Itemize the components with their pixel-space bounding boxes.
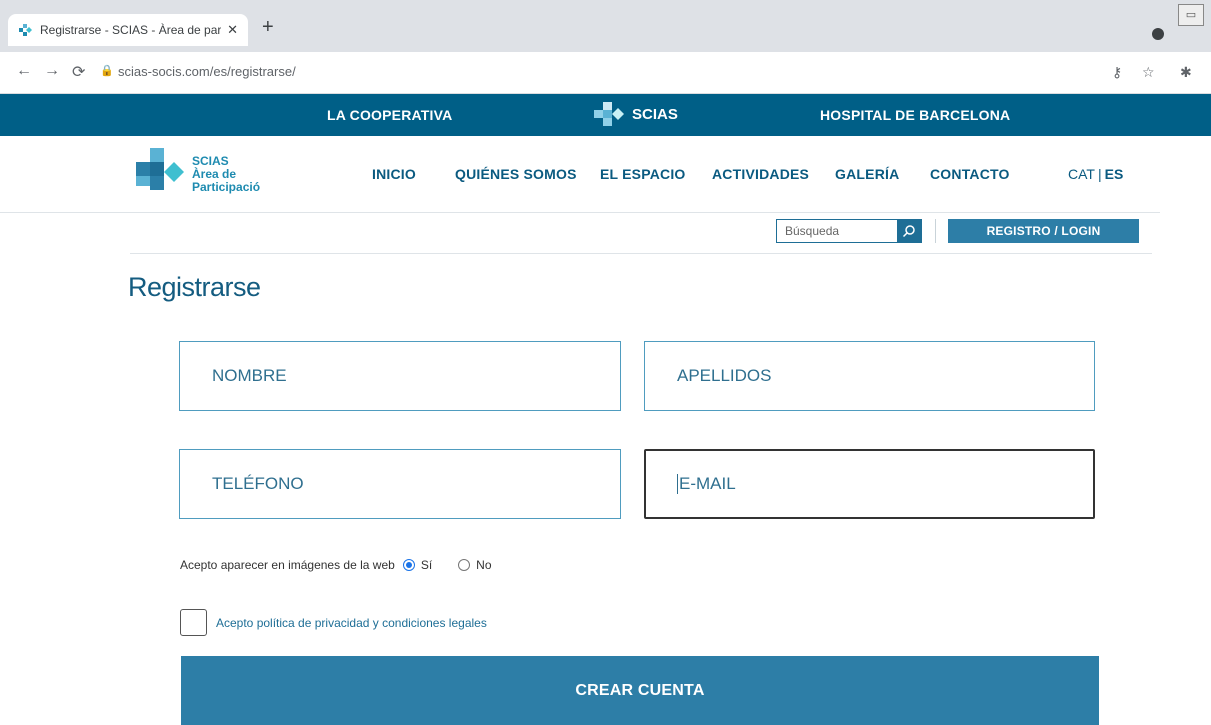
- images-consent-label: Acepto aparecer en imágenes de la web: [180, 558, 395, 572]
- search-separator: [935, 219, 936, 243]
- consent-yes-radio[interactable]: [402, 559, 415, 571]
- url-field[interactable]: scias-socis.com/es/registrarse/: [118, 64, 296, 79]
- back-arrow-icon[interactable]: ←: [16, 62, 32, 80]
- apellidos-field[interactable]: APELLIDOS: [644, 341, 1095, 411]
- bookmark-star-icon[interactable]: ☆: [1142, 64, 1155, 81]
- search-icon: [902, 225, 915, 238]
- email-placeholder: E-MAIL: [679, 474, 736, 493]
- topbar-link-cooperativa[interactable]: LA COOPERATIVA: [327, 94, 452, 136]
- consent-no-radio[interactable]: [458, 559, 471, 571]
- search-divider: [130, 253, 1152, 254]
- lock-icon[interactable]: 🔒: [100, 64, 114, 77]
- nav-item-actividades[interactable]: ACTIVIDADES: [712, 166, 809, 182]
- telefono-placeholder: TELÉFONO: [212, 474, 304, 493]
- email-field[interactable]: E-MAIL: [644, 449, 1095, 519]
- search-input[interactable]: [777, 220, 897, 242]
- scias-logo-icon: [136, 148, 184, 190]
- address-bar: ← → ⟳ 🔒 scias-socis.com/es/registrarse/ …: [0, 52, 1211, 94]
- reload-icon[interactable]: ⟳: [72, 62, 85, 82]
- forward-arrow-icon[interactable]: →: [44, 62, 60, 80]
- profile-icon[interactable]: [1152, 28, 1164, 40]
- minimize-window-button[interactable]: ▭: [1178, 4, 1204, 26]
- nav-item-galeria[interactable]: GALERÍA: [835, 166, 899, 182]
- scias-cross-icon: [594, 102, 624, 126]
- browser-tab[interactable]: Registrarse - SCIAS - Àrea de par ✕: [8, 14, 248, 46]
- telefono-field[interactable]: TELÉFONO: [179, 449, 621, 519]
- topbar-brand-label: SCIAS: [632, 105, 678, 123]
- search-box: [776, 219, 922, 243]
- nav-item-quienes-somos[interactable]: QUIÉNES SOMOS: [455, 166, 577, 182]
- site-top-bar: LA COOPERATIVA SCIAS HOSPITAL DE BARCELO…: [0, 94, 1211, 136]
- nav-divider: [0, 212, 1160, 213]
- topbar-link-hospital[interactable]: HOSPITAL DE BARCELONA: [820, 94, 1010, 136]
- browser-tab-title: Registrarse - SCIAS - Àrea de par: [40, 23, 222, 37]
- consent-no-label[interactable]: No: [476, 558, 491, 572]
- close-tab-icon[interactable]: ✕: [227, 22, 238, 38]
- key-icon[interactable]: ⚷: [1112, 64, 1122, 81]
- main-navigation: SCIAS Àrea de Participació INICIO QUIÉNE…: [0, 136, 1211, 212]
- page-title: Registrarse: [128, 272, 261, 302]
- images-consent-row: Acepto aparecer en imágenes de la web Sí…: [180, 558, 510, 572]
- lang-cat-link[interactable]: CAT: [1068, 166, 1095, 182]
- nav-item-el-espacio[interactable]: EL ESPACIO: [600, 166, 686, 182]
- search-button[interactable]: [897, 220, 921, 242]
- site-logo[interactable]: SCIAS Àrea de Participació: [128, 146, 260, 202]
- nombre-field[interactable]: NOMBRE: [179, 341, 621, 411]
- scias-favicon-icon: [19, 24, 32, 36]
- terms-link[interactable]: Acepto política de privacidad y condicio…: [216, 616, 487, 630]
- logo-text: SCIAS Àrea de Participació: [192, 153, 261, 194]
- nav-item-contacto[interactable]: CONTACTO: [930, 166, 1010, 182]
- logo-line-2: Àrea de: [192, 166, 237, 181]
- consent-yes-label[interactable]: Sí: [421, 558, 432, 572]
- language-switcher: CAT | ES: [1068, 166, 1123, 182]
- apellidos-placeholder: APELLIDOS: [677, 366, 772, 385]
- logo-line-1: SCIAS: [192, 153, 229, 168]
- register-login-button[interactable]: REGISTRO / LOGIN: [948, 219, 1139, 243]
- nombre-placeholder: NOMBRE: [212, 366, 287, 385]
- browser-tab-bar: Registrarse - SCIAS - Àrea de par ✕ + ▭: [0, 0, 1211, 52]
- terms-checkbox[interactable]: [180, 609, 207, 636]
- terms-row: Acepto política de privacidad y condicio…: [180, 609, 487, 636]
- lang-es-link[interactable]: ES: [1105, 166, 1124, 182]
- lang-separator: |: [1097, 166, 1102, 182]
- new-tab-button[interactable]: +: [262, 16, 274, 39]
- nav-item-inicio[interactable]: INICIO: [372, 166, 416, 182]
- topbar-brand[interactable]: SCIAS: [592, 100, 678, 128]
- create-account-button[interactable]: CREAR CUENTA: [181, 656, 1099, 725]
- logo-line-3: Participació: [192, 179, 261, 194]
- extensions-puzzle-icon[interactable]: ✱: [1180, 64, 1192, 81]
- text-caret: [677, 474, 678, 494]
